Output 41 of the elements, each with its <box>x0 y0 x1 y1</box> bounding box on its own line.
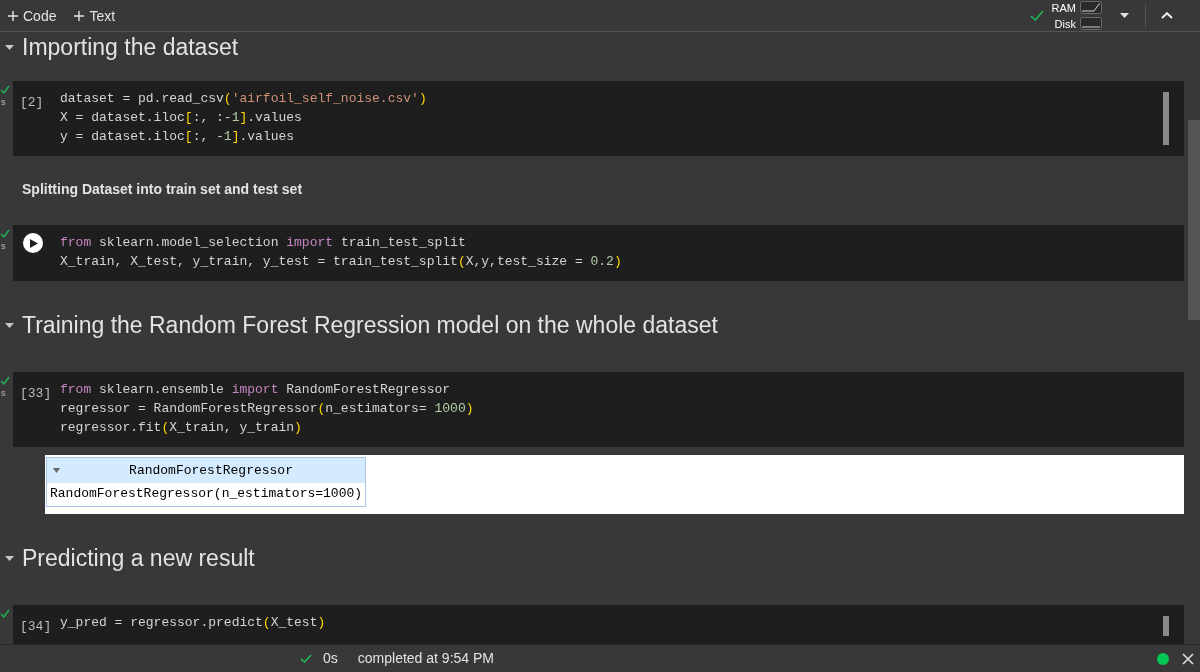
collapse-caret-icon[interactable] <box>5 322 14 328</box>
add-cell-button[interactable]: Code <box>8 3 57 28</box>
execution-time: s <box>0 97 7 107</box>
section-heading: Training the Random Forest Regression model on the whole dataset <box>22 311 718 340</box>
section-heading: Predicting a new result <box>22 544 255 573</box>
collapse-caret-icon[interactable] <box>5 555 14 561</box>
disk-usage-graph <box>1080 17 1102 30</box>
code-line: dataset = pd.read_csv('airfoil_self_noise.csv') <box>60 90 427 108</box>
dropdown-caret-icon[interactable] <box>1120 13 1129 18</box>
status-message: completed at 9:54 PM <box>357 649 494 668</box>
resources-button[interactable]: RAM Disk <box>1051 1 1102 30</box>
execution-count: [2] <box>20 94 44 112</box>
estimator-params: RandomForestRegressor(n_estimators=1000) <box>49 485 364 503</box>
section-heading: Importing the dataset <box>22 34 239 60</box>
ram-usage-graph <box>1080 1 1102 14</box>
run-duration: 0s <box>323 649 338 668</box>
markdown-text: Splitting Dataset into train set and test set <box>21 180 303 199</box>
chevron-up-icon[interactable] <box>1161 12 1173 19</box>
execution-time: s <box>0 388 7 398</box>
execution-count: [34] <box>20 618 52 636</box>
estimator-toggle[interactable]: RandomForestRegressor <box>47 458 366 483</box>
code-line: from sklearn.ensemble import RandomForestRegressor <box>60 381 451 399</box>
play-icon <box>30 238 38 248</box>
close-icon[interactable] <box>1182 652 1194 665</box>
code-line: X = dataset.iloc[:, :-1].values <box>60 109 302 127</box>
code-line: regressor = RandomForestRegressor(n_estimators= 1000) <box>60 400 474 418</box>
code-line: X_train, X_test, y_train, y_test = train_test_split(X,y,test_size = 0.2) <box>60 253 622 271</box>
execution-count: [33] <box>20 385 52 403</box>
scrollbar-thumb[interactable] <box>1188 120 1200 320</box>
code-line: y = dataset.iloc[:, -1].values <box>60 128 295 146</box>
code-line: regressor.fit(X_train, y_train) <box>60 419 302 437</box>
code-line: y_pred = regressor.predict(X_test) <box>60 614 326 632</box>
run-button[interactable] <box>23 233 43 253</box>
code-line: from sklearn.model_selection import train_test_split <box>60 234 466 252</box>
plus-icon <box>74 10 85 21</box>
cell-scrollbar[interactable] <box>1163 616 1169 636</box>
collapse-caret-icon[interactable] <box>5 44 14 50</box>
execution-time: s <box>0 241 7 251</box>
plus-icon <box>8 10 18 21</box>
cell-scrollbar[interactable] <box>1163 92 1169 145</box>
add-cell-button[interactable]: Text <box>74 3 116 28</box>
